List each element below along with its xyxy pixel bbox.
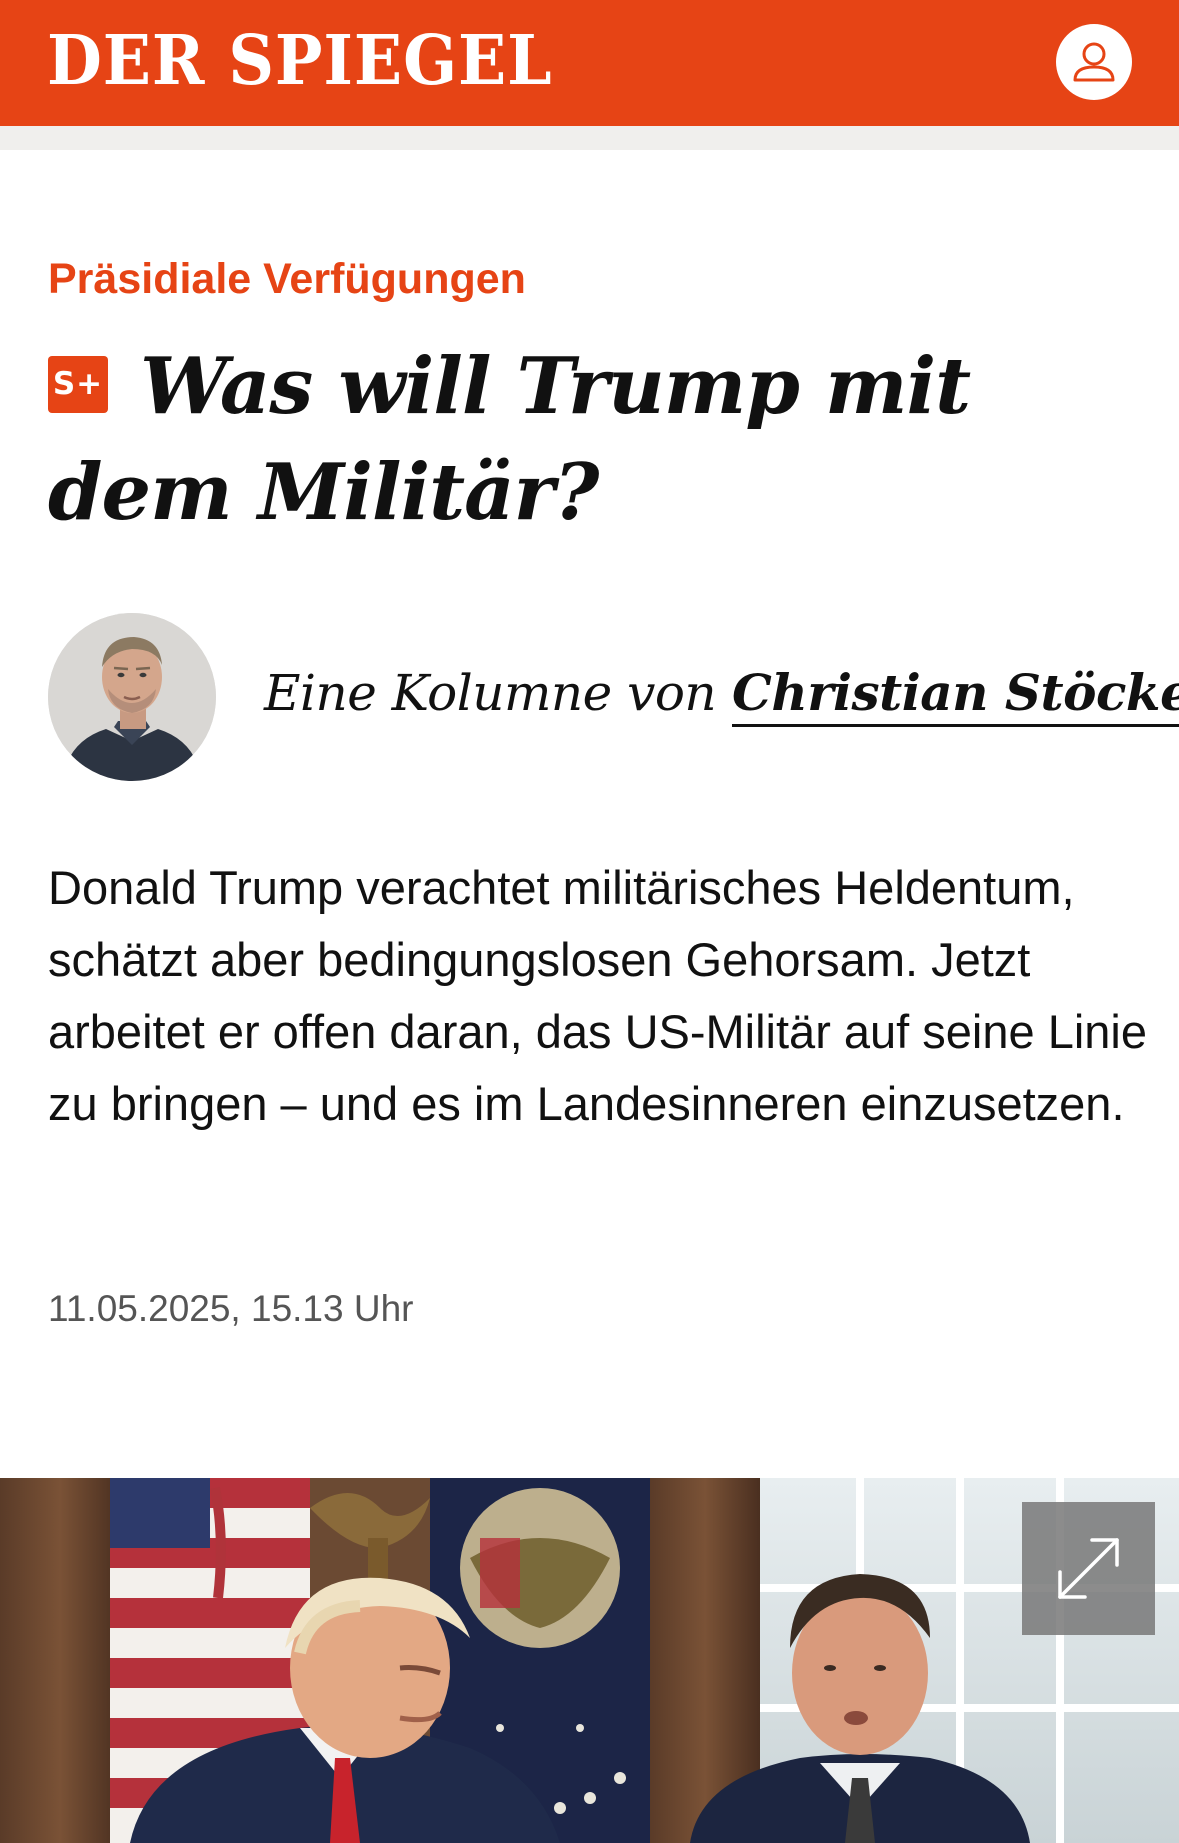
header-divider bbox=[0, 126, 1179, 150]
article-kicker[interactable]: Präsidiale Verfügungen bbox=[48, 252, 526, 306]
expand-icon bbox=[1058, 1538, 1119, 1599]
byline: Eine Kolumne von Christian Stöcker bbox=[264, 660, 1179, 727]
byline-lead: Eine Kolumne von bbox=[264, 664, 717, 722]
article-headline: Was will Trump mit dem Militär? bbox=[48, 341, 971, 538]
site-header: DER SPIEGEL bbox=[0, 0, 1179, 126]
article-teaser: Donald Trump verachtet militärisches Hel… bbox=[48, 861, 1148, 1130]
publish-timestamp: 11.05.2025, 15.13 Uhr bbox=[48, 1288, 414, 1329]
author-link[interactable]: Christian Stöcker bbox=[732, 663, 1179, 727]
site-logo[interactable]: DER SPIEGEL bbox=[47, 20, 553, 102]
account-button[interactable] bbox=[1056, 24, 1132, 100]
hero-image[interactable] bbox=[0, 1478, 1179, 1843]
author-avatar[interactable] bbox=[48, 613, 216, 781]
user-icon bbox=[1073, 42, 1115, 82]
expand-image-button[interactable] bbox=[1022, 1502, 1155, 1635]
